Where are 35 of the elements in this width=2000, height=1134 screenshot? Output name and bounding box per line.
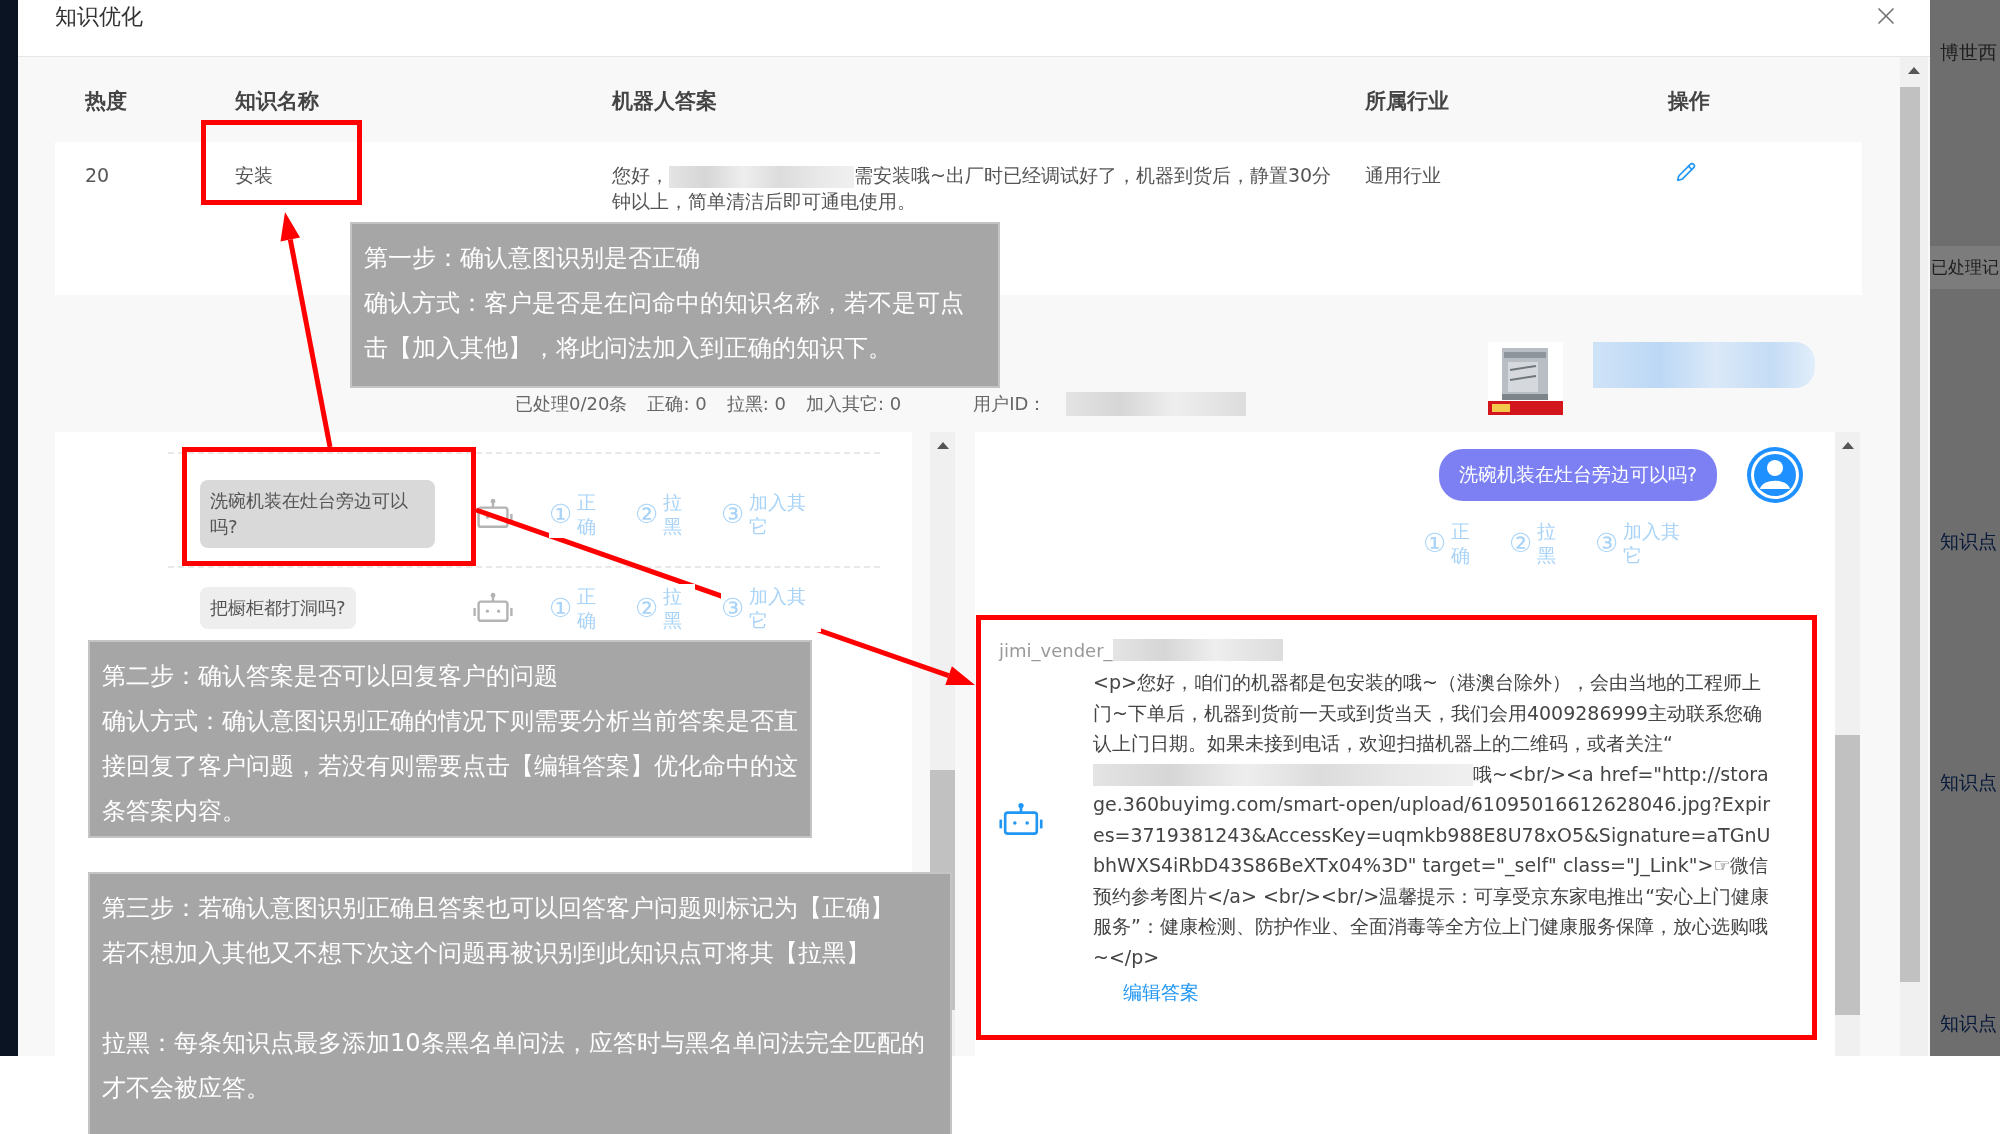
- note-text: 第一步：确认意图识别是否正确: [364, 243, 701, 274]
- dialog-title: 知识优化: [55, 3, 143, 31]
- column-header: 热度: [85, 88, 128, 115]
- question-bubble[interactable]: 洗碗机装在灶台旁边可以吗?: [200, 480, 435, 548]
- background-text: 博世西: [1939, 40, 1998, 65]
- column-header: 所属行业: [1365, 88, 1450, 115]
- answer-text: <p>您好，咱们的机器都是包安装的哦~（港澳台除外），会由当地的工程师上门~下单后，机器到货前一天或到货当天，我们会用4009286999主动联系您确认上门日期。如果未接到电话，欢迎扫描机器上的二维码，或者关注“ 哦~<br/><a href="http://storage.360buyimg.com/smart-open/upload/61095016612628046.jpg?Expires=3719381243&AccessKey=uqmkb988E8U78xO5&Signature=aTGnUbhWXS4iRbD43S86BeXTx04%3D" target="_self" class="J_Link">☞微信预约参考图片</a> <br/><br/>温馨提示：可享受京东家电推出“安心上门健康服务”：健康检测、防护作业、全面消毒等全方位上门健康服务保障，放心选购哦~</p>: [1093, 670, 1772, 970]
- note-text: 第二步：确认答案是否可以回复客户的问题: [102, 661, 559, 692]
- background-text: 已处理记: [1930, 246, 2000, 289]
- stat-text: 加入其它: 0: [805, 392, 902, 416]
- table-cell-text: 通用行业: [1365, 163, 1442, 188]
- bot-name: jimi_vender_: [999, 639, 1113, 661]
- note-text: 拉黑：每条知识点最多添加10条黑名单问法，应答时与黑名单问法完全匹配的才不会被应答。: [102, 1028, 926, 1104]
- note-text: 确认方式：客户是否是在问命中的知识名称，若不是可点击【加入其他】，将此问法加入到正确的知识下。: [364, 288, 965, 364]
- note-text: 确认方式：确认意图识别正确的情况下则需要分析当前答案是否直接回复了客户问题，若没有则需要点击【编辑答案】优化命中的这条答案内容。: [102, 706, 798, 827]
- user-id-label: 用户ID：: [973, 392, 1047, 416]
- scrollbar[interactable]: [1900, 57, 1928, 1056]
- robot-icon: [999, 801, 1043, 838]
- column-header: 操作: [1668, 88, 1711, 115]
- stat-text: 正确: 0: [647, 392, 707, 416]
- stat-text: 已处理0/20条: [515, 392, 628, 416]
- note-text: 若不想加入其他又不想下次这个问题再被识别到此知识点可将其【拉黑】: [102, 938, 871, 969]
- table-cell-text: 20: [85, 163, 111, 188]
- column-header: 知识名称: [235, 88, 320, 115]
- table-cell-text: 安装: [235, 163, 274, 188]
- note-text: 第三步：若确认意图识别正确且答案也可以回答客户问题则标记为【正确】: [102, 893, 895, 924]
- user-message: 洗碗机装在灶台旁边可以吗?: [1438, 449, 1717, 501]
- table-cell-text: 您好， 需安装哦~出厂时已经调试好了，机器到货后，静置30分钟以上，简单清洁后即可通电使用。: [612, 163, 1333, 214]
- edit-answer-link[interactable]: 编辑答案: [1123, 980, 1199, 1006]
- avatar-icon: [1745, 445, 1805, 505]
- stat-text: 拉黑: 0: [726, 392, 786, 416]
- scrollbar[interactable]: [1835, 432, 1860, 1056]
- robot-icon: [473, 592, 513, 624]
- column-header: 机器人答案: [612, 88, 718, 115]
- question-bubble[interactable]: 把橱柜都打洞吗?: [200, 587, 356, 629]
